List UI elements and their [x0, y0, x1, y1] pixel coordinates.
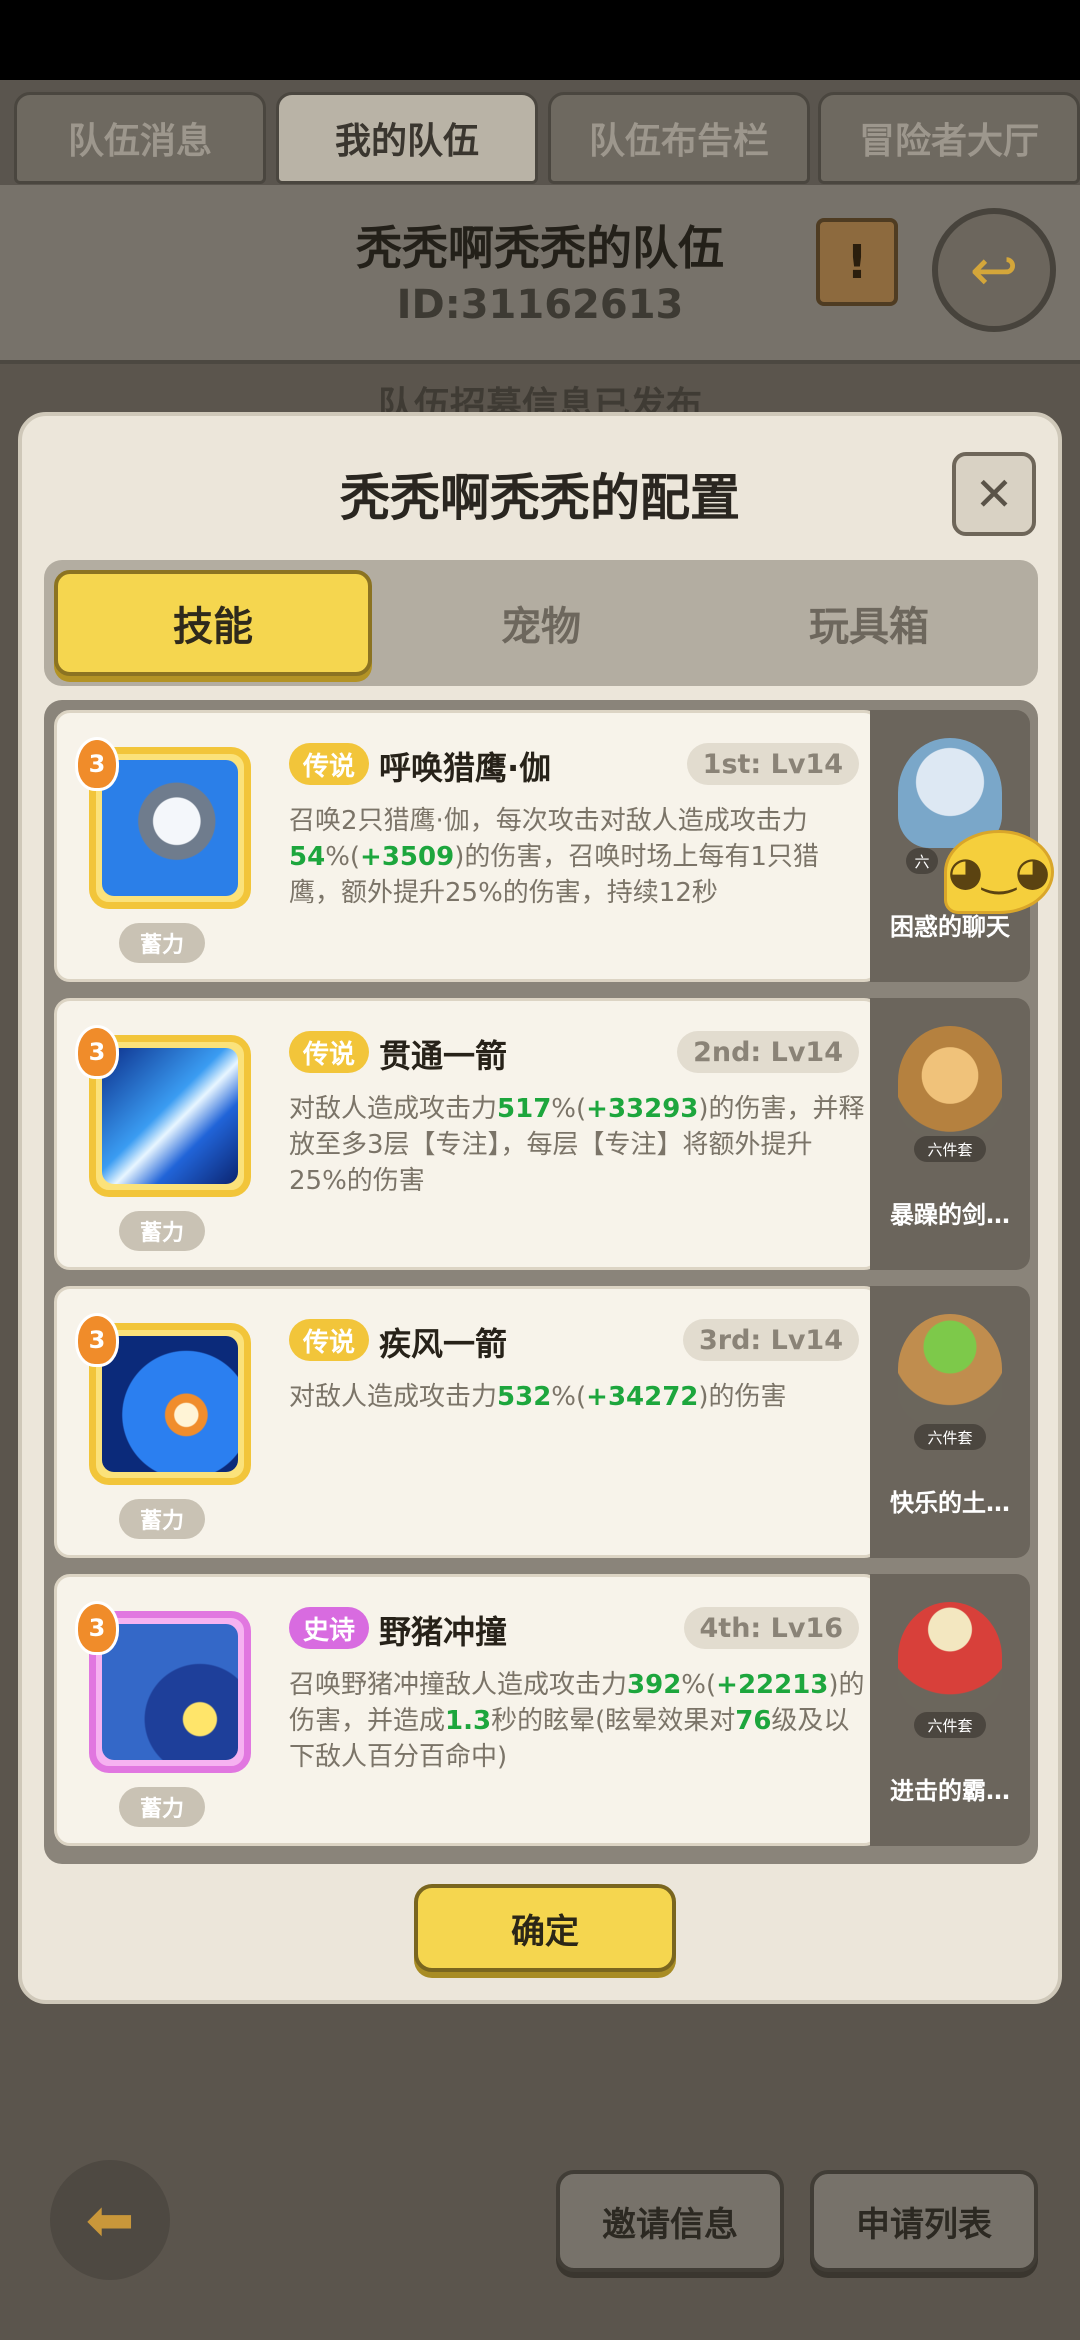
- skill-level-badge: 3: [75, 737, 119, 791]
- tab-pets[interactable]: 宠物: [382, 570, 700, 676]
- apply-list-button[interactable]: 申请列表: [810, 2170, 1038, 2272]
- skill-list: 3 蓄力 传说 呼唤猎鹰·伽 1st: Lv14 召唤2只猎鹰·伽，每次攻击对敌…: [44, 700, 1038, 1864]
- tab-toybox[interactable]: 玩具箱: [710, 570, 1028, 676]
- pet-figure-icon: [898, 1602, 1002, 1712]
- config-tabs: 技能 宠物 玩具箱: [44, 560, 1038, 686]
- skill-description: 召唤野猪冲撞敌人造成攻击力392%(+22213)的伤害，并造成1.3秒的眩晕(…: [289, 1670, 865, 1772]
- confirm-button[interactable]: 确定: [414, 1884, 676, 1972]
- set-slot[interactable]: 六件套 进击的霸…: [870, 1574, 1030, 1846]
- set-name: 暴躁的剑…: [890, 1201, 1010, 1229]
- exit-team-icon[interactable]: ↩: [932, 208, 1056, 332]
- config-modal: 秃秃啊秃秃的配置 ✕ 技能 宠物 玩具箱 3 蓄力 传说 呼唤猎鹰·伽 1st:…: [18, 412, 1062, 2004]
- skill-name: 呼唤猎鹰·伽: [379, 749, 552, 787]
- set-badge: 六件套: [914, 1712, 986, 1738]
- team-name: 秃秃啊秃秃的队伍: [356, 221, 724, 275]
- tab-my-team[interactable]: 我的队伍: [276, 92, 538, 184]
- set-name: 快乐的土…: [890, 1489, 1010, 1517]
- charge-tag: 蓄力: [119, 923, 205, 963]
- tab-team-messages[interactable]: 队伍消息: [14, 92, 266, 184]
- rarity-tag: 史诗: [289, 1607, 370, 1649]
- charge-tag: 蓄力: [119, 1787, 205, 1827]
- top-tab-bar: 队伍消息 我的队伍 队伍布告栏 冒险者大厅: [0, 80, 1080, 190]
- tab-team-bulletin[interactable]: 队伍布告栏: [548, 92, 810, 184]
- skill-description: 对敌人造成攻击力532%(+34272)的伤害: [289, 1382, 787, 1412]
- rarity-tag: 传说: [289, 1319, 370, 1361]
- falcon-skill-icon: [102, 760, 238, 896]
- set-slot[interactable]: 六件套 快乐的土…: [870, 1286, 1030, 1558]
- modal-title: 秃秃啊秃秃的配置: [340, 469, 740, 527]
- skill-card[interactable]: 3 蓄力 传说 贯通一箭 2nd: Lv14 对敌人造成攻击力517%(+332…: [54, 998, 880, 1270]
- set-name: 进击的霸…: [890, 1777, 1010, 1805]
- skill-description: 对敌人造成攻击力517%(+33293)的伤害，并释放至多3层【专注】，每层【专…: [289, 1094, 865, 1196]
- close-icon: ✕: [974, 467, 1014, 521]
- skill-card[interactable]: 3 蓄力 史诗 野猪冲撞 4th: Lv16 召唤野猪冲撞敌人造成攻击力392%…: [54, 1574, 880, 1846]
- set-badge: 六: [906, 848, 938, 874]
- tab-adventurer-hall[interactable]: 冒险者大厅: [818, 92, 1080, 184]
- skill-name: 贯通一箭: [379, 1037, 508, 1075]
- chat-emoji-icon[interactable]: ◕‿◕: [944, 830, 1054, 914]
- skill-slot-level: 3rd: Lv14: [682, 1319, 859, 1361]
- set-badge: 六件套: [914, 1424, 986, 1450]
- skill-card[interactable]: 3 蓄力 传说 呼唤猎鹰·伽 1st: Lv14 召唤2只猎鹰·伽，每次攻击对敌…: [54, 710, 880, 982]
- skill-slot-level: 4th: Lv16: [683, 1607, 859, 1649]
- skill-slot-level: 1st: Lv14: [686, 743, 859, 785]
- charge-tag: 蓄力: [119, 1211, 205, 1251]
- rarity-tag: 传说: [289, 743, 370, 785]
- notice-scroll-icon[interactable]: !: [816, 218, 898, 306]
- close-button[interactable]: ✕: [952, 452, 1036, 536]
- pet-figure-icon: [898, 1026, 1002, 1136]
- boar-charge-skill-icon: [102, 1624, 238, 1760]
- set-badge: 六件套: [914, 1136, 986, 1162]
- skill-level-badge: 3: [75, 1313, 119, 1367]
- skill-name: 野猪冲撞: [379, 1613, 508, 1651]
- team-id: ID:31162613: [396, 282, 684, 328]
- skill-slot-level: 2nd: Lv14: [677, 1031, 859, 1073]
- skill-level-badge: 3: [75, 1025, 119, 1079]
- skill-card[interactable]: 3 蓄力 传说 疾风一箭 3rd: Lv14 对敌人造成攻击力532%(+342…: [54, 1286, 880, 1558]
- rarity-tag: 传说: [289, 1031, 370, 1073]
- gale-arrow-skill-icon: [102, 1336, 238, 1472]
- status-bar: [0, 0, 1080, 80]
- pet-figure-icon: [898, 1314, 1002, 1424]
- back-arrow-icon[interactable]: ⬅: [50, 2160, 170, 2280]
- tab-skills[interactable]: 技能: [54, 570, 372, 676]
- skill-level-badge: 3: [75, 1601, 119, 1655]
- set-slot[interactable]: 六件套 暴躁的剑…: [870, 998, 1030, 1270]
- arrow-skill-icon: [102, 1048, 238, 1184]
- skill-description: 召唤2只猎鹰·伽，每次攻击对敌人造成攻击力54%(+3509)的伤害，召唤时场上…: [289, 806, 819, 908]
- charge-tag: 蓄力: [119, 1499, 205, 1539]
- skill-name: 疾风一箭: [379, 1325, 508, 1363]
- invite-info-button[interactable]: 邀请信息: [556, 2170, 784, 2272]
